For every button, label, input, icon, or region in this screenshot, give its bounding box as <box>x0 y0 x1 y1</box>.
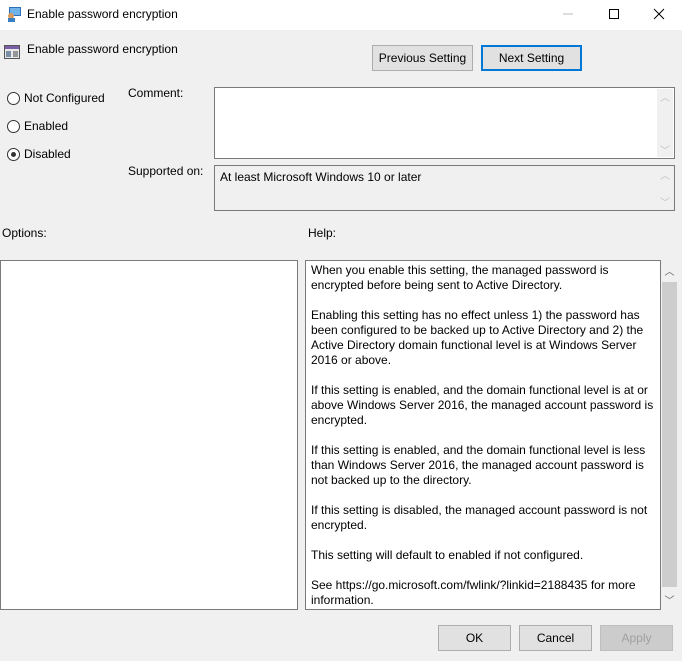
scroll-down-icon[interactable]: ﹀ <box>661 591 678 608</box>
help-paragraph: If this setting is enabled, and the doma… <box>311 443 646 487</box>
scroll-up-icon[interactable]: ︿ <box>660 89 670 104</box>
supported-on-field: At least Microsoft Windows 10 or later ︿… <box>214 165 675 211</box>
previous-setting-button[interactable]: Previous Setting <box>372 45 473 71</box>
title-bar: Enable password encryption <box>0 0 682 30</box>
scroll-up-icon[interactable]: ︿ <box>661 262 678 279</box>
window-title: Enable password encryption <box>27 7 178 21</box>
scrollbar-thumb[interactable] <box>662 282 677 587</box>
supported-on-label: Supported on: <box>128 164 204 178</box>
cancel-button[interactable]: Cancel <box>519 625 592 651</box>
close-icon <box>653 8 665 23</box>
radio-label: Not Configured <box>24 91 105 105</box>
minimize-icon <box>562 8 574 23</box>
setting-name: Enable password encryption <box>27 42 178 56</box>
help-panel: When you enable this setting, the manage… <box>305 260 661 610</box>
radio-circle[interactable] <box>7 91 20 105</box>
radio-enabled[interactable]: Enabled <box>7 119 68 133</box>
scroll-down-icon[interactable]: ﹀ <box>660 194 670 209</box>
help-text: When you enable this setting, the manage… <box>306 261 660 609</box>
apply-button[interactable]: Apply <box>600 625 673 651</box>
group-policy-app-icon <box>6 6 22 22</box>
comment-scrollbar[interactable]: ︿ ﹀ <box>657 89 673 157</box>
help-paragraph: See https://go.microsoft.com/fwlink/?lin… <box>311 578 636 607</box>
help-paragraph: If this setting is disabled, the managed… <box>311 503 648 532</box>
supported-scrollbar[interactable]: ︿ ﹀ <box>657 167 673 209</box>
supported-on-value: At least Microsoft Windows 10 or later <box>220 170 422 184</box>
scroll-down-icon[interactable]: ﹀ <box>660 142 670 157</box>
radio-disabled[interactable]: Disabled <box>7 147 71 161</box>
next-setting-button[interactable]: Next Setting <box>481 45 582 71</box>
minimize-button[interactable] <box>545 0 591 30</box>
ok-button[interactable]: OK <box>438 625 511 651</box>
policy-setting-icon <box>4 44 20 60</box>
close-button[interactable] <box>636 0 682 30</box>
help-paragraph: Enabling this setting has no effect unle… <box>311 308 644 367</box>
comment-textarea[interactable]: ︿ ﹀ <box>214 87 675 159</box>
radio-label: Disabled <box>24 147 71 161</box>
scroll-up-icon[interactable]: ︿ <box>660 167 670 182</box>
radio-circle-checked[interactable] <box>7 147 20 161</box>
maximize-icon <box>608 8 620 23</box>
comment-label: Comment: <box>128 86 184 100</box>
help-label: Help: <box>308 226 337 240</box>
options-panel <box>0 260 298 610</box>
help-paragraph: This setting will default to enabled if … <box>311 548 584 562</box>
radio-not-configured[interactable]: Not Configured <box>7 91 105 105</box>
radio-circle[interactable] <box>7 119 20 133</box>
radio-label: Enabled <box>24 119 69 133</box>
help-paragraph: If this setting is enabled, and the doma… <box>311 383 654 427</box>
options-label: Options: <box>2 226 47 240</box>
help-paragraph: When you enable this setting, the manage… <box>311 263 609 292</box>
maximize-button[interactable] <box>591 0 637 30</box>
help-scrollbar[interactable]: ︿ ﹀ <box>661 260 678 610</box>
